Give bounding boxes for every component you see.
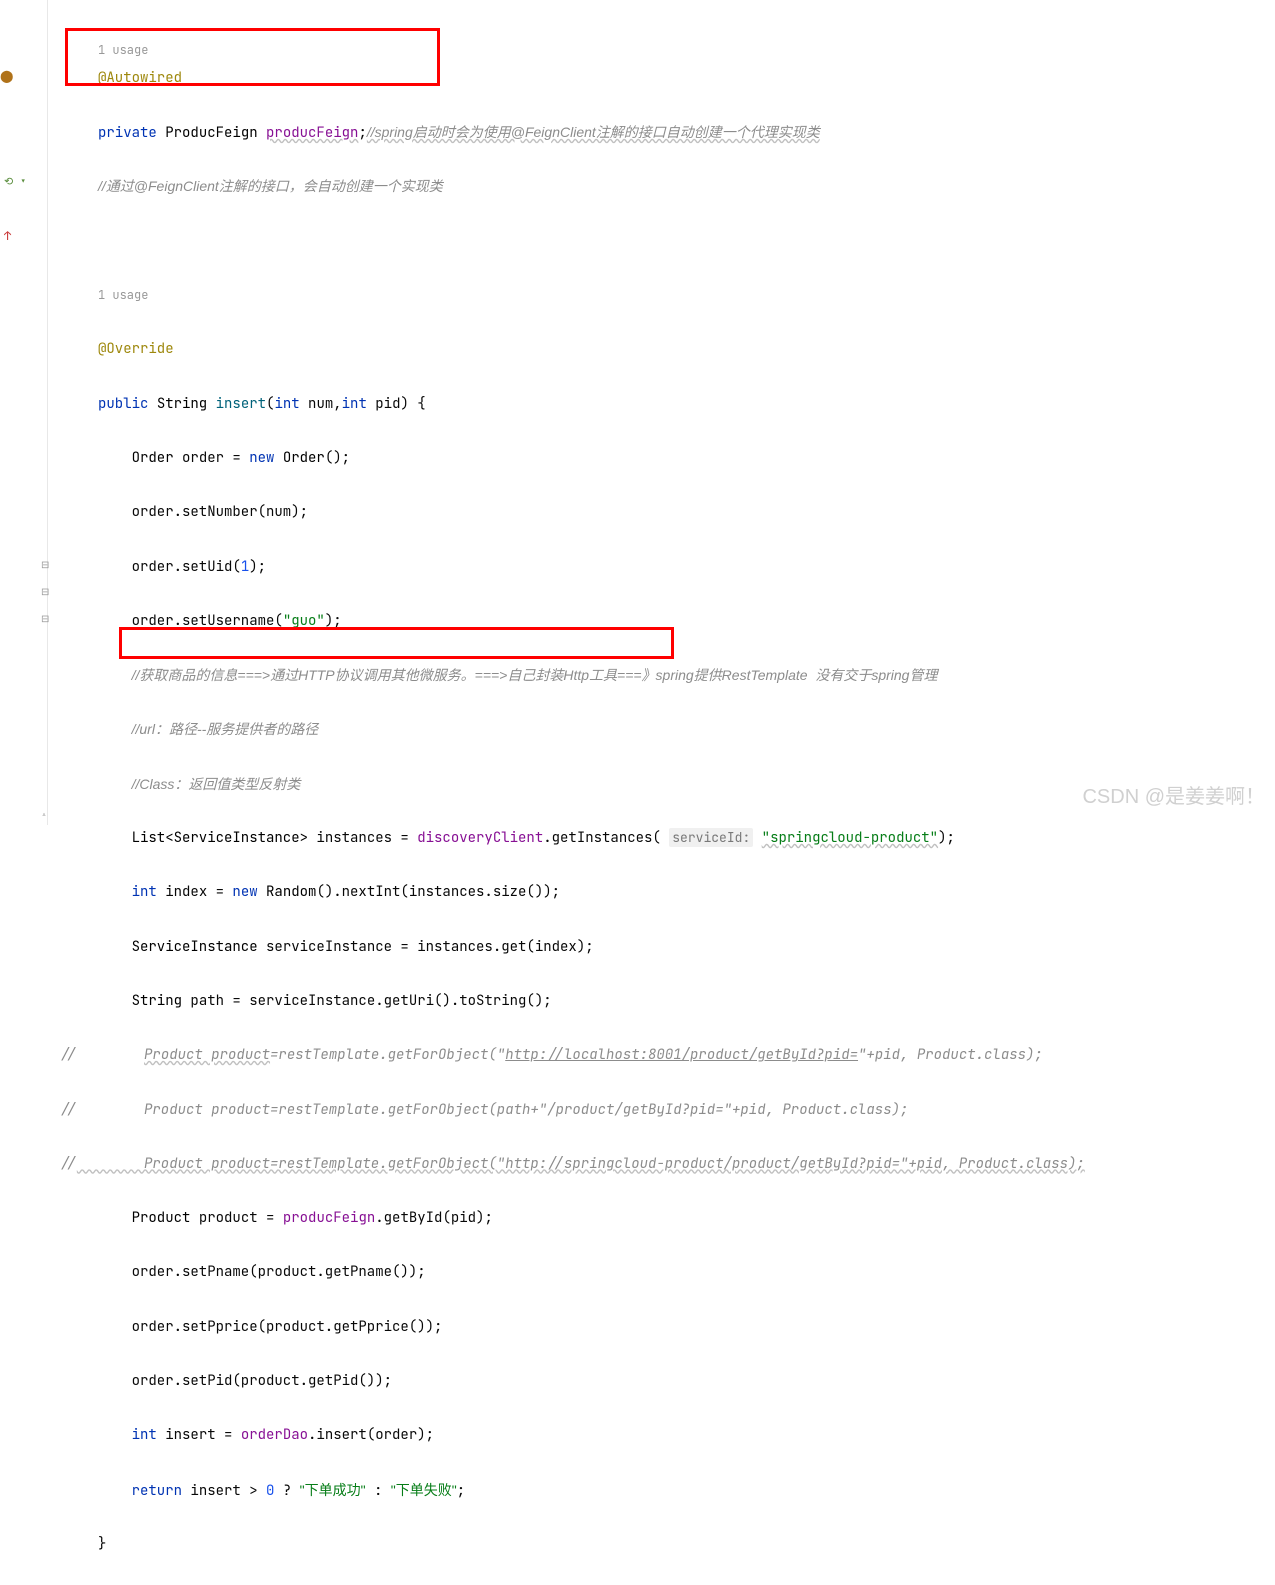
code-line: // Product product=restTemplate.getForOb…	[60, 1042, 1275, 1069]
code-line: return insert > 0 ? "下单成功" : "下单失败";	[60, 1477, 1275, 1504]
code-line: order.setPid(product.getPid());	[60, 1368, 1275, 1395]
code-line: // Product product=restTemplate.getForOb…	[60, 1151, 1275, 1178]
gutter-icons	[60, 314, 105, 330]
code-line: order.setUid(1);	[60, 554, 1275, 581]
code-line: @Autowired	[60, 65, 1275, 92]
code-line: order.setNumber(num);	[60, 499, 1275, 526]
watermark: CSDN @是姜姜啊！	[1082, 778, 1265, 817]
annotation: @Autowired	[98, 69, 182, 87]
code-line: }	[60, 1531, 1275, 1558]
code-line: //通过@FeignClient注解的接口，会自动创建一个实现类	[60, 173, 1275, 200]
empty-line	[60, 227, 1275, 254]
code-line: order.setUsername("guo");	[60, 608, 1275, 635]
code-line: Order order = new Order();	[60, 445, 1275, 472]
code-line: order.setPname(product.getPname());	[60, 1259, 1275, 1286]
code-line: //url：路径--服务提供者的路径	[60, 716, 1275, 743]
usage-hint[interactable]: 1 usage	[60, 287, 148, 303]
code-line: //获取商品的信息===>通过HTTP协议调用其他微服务。===>自己封装Htt…	[60, 662, 1275, 689]
code-line: int insert = orderDao.insert(order);	[60, 1422, 1275, 1449]
code-line: private ProducFeign producFeign;//spring…	[60, 119, 1275, 146]
code-line: public String insert(int num,int pid) {	[60, 391, 1275, 418]
code-line: String path = serviceInstance.getUri().t…	[60, 988, 1275, 1015]
usage-hint[interactable]: 1 usage	[60, 42, 148, 58]
code-line: @Override	[60, 336, 1275, 363]
code-line: // Product product=restTemplate.getForOb…	[60, 1097, 1275, 1124]
code-line: Product product = producFeign.getById(pi…	[60, 1205, 1275, 1232]
code-line: order.setPprice(product.getPprice());	[60, 1314, 1275, 1341]
code-line: int index = new Random().nextInt(instanc…	[60, 879, 1275, 906]
code-line: List<ServiceInstance> instances = discov…	[60, 825, 1275, 852]
code-line: ServiceInstance serviceInstance = instan…	[60, 934, 1275, 961]
